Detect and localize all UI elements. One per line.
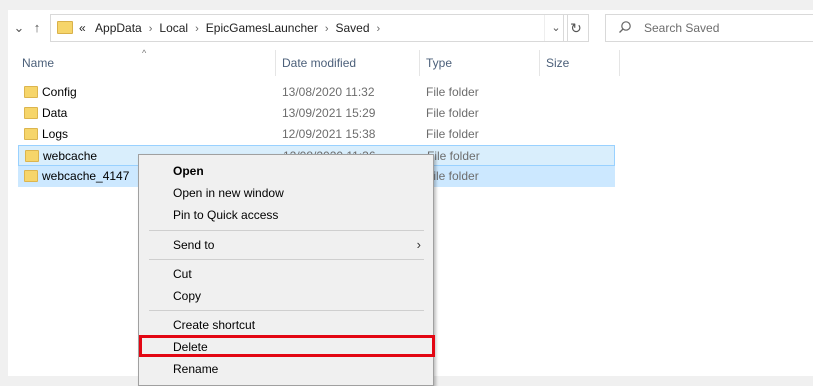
folder-icon [24, 86, 38, 98]
file-name: Data [42, 106, 68, 120]
search-box[interactable]: Search Saved [605, 14, 813, 42]
menu-item-copy[interactable]: Copy [141, 285, 431, 307]
folder-icon [24, 170, 38, 182]
file-name: Logs [42, 127, 69, 141]
menu-item-open-new-window[interactable]: Open in new window [141, 182, 431, 204]
file-date: 13/09/2021 15:29 [282, 106, 376, 120]
file-name: webcache [43, 149, 98, 163]
breadcrumb-overflow[interactable]: « [79, 21, 86, 35]
list-item[interactable]: Logs 12/09/2021 15:38 File folder [18, 124, 615, 145]
list-item[interactable]: Data 13/09/2021 15:29 File folder [18, 103, 615, 124]
breadcrumb-saved[interactable]: Saved [336, 21, 370, 35]
context-menu: Open Open in new window Pin to Quick acc… [138, 154, 435, 386]
menu-item-send-to[interactable]: Send to › [141, 234, 431, 256]
folder-icon [57, 21, 73, 34]
search-icon [619, 21, 631, 33]
list-item[interactable]: Config 13/08/2020 11:32 File folder [18, 82, 615, 103]
column-header-type[interactable]: Type [420, 50, 540, 76]
delete-highlight-box [139, 335, 435, 357]
chevron-right-icon[interactable]: › [325, 23, 329, 35]
file-type: File folder [426, 106, 479, 120]
folder-icon [24, 107, 38, 119]
navigation-bar: ⌄ ↑ « AppData › Local › EpicGamesLauncher › Sa… [8, 10, 813, 48]
chevron-right-icon[interactable]: › [195, 23, 199, 35]
refresh-icon[interactable]: ↻ [563, 14, 589, 42]
menu-separator [149, 230, 424, 231]
chevron-right-icon[interactable]: › [149, 23, 153, 35]
menu-item-cut[interactable]: Cut [141, 263, 431, 285]
breadcrumb-appdata[interactable]: AppData [95, 21, 142, 35]
chevron-right-icon[interactable]: › [377, 23, 381, 35]
file-type: File folder [426, 127, 479, 141]
file-name: webcache_4147 [42, 169, 130, 183]
column-header-name[interactable]: Name [16, 50, 276, 76]
file-type: File folder [426, 85, 479, 99]
column-headers: ^ Name Date modified Type Size [8, 48, 813, 76]
column-header-date[interactable]: Date modified [276, 50, 420, 76]
menu-item-open[interactable]: Open [141, 160, 431, 182]
menu-item-create-shortcut[interactable]: Create shortcut [141, 314, 431, 336]
menu-item-pin-quick-access[interactable]: Pin to Quick access [141, 204, 431, 226]
address-bar[interactable]: « AppData › Local › EpicGamesLauncher › Saved ›… [50, 14, 568, 42]
search-placeholder: Search Saved [644, 21, 720, 35]
menu-separator [149, 310, 424, 311]
chevron-right-icon: › [416, 237, 421, 252]
menu-item-rename[interactable]: Rename [141, 358, 431, 380]
file-date: 12/09/2021 15:38 [282, 127, 376, 141]
folder-icon [24, 128, 38, 140]
menu-item-label: Send to [173, 238, 215, 252]
file-date: 13/08/2020 11:32 [282, 85, 375, 99]
breadcrumb: « AppData › Local › EpicGamesLauncher › Saved › [79, 15, 387, 41]
file-name: Config [42, 85, 77, 99]
menu-separator [149, 259, 424, 260]
column-header-size[interactable]: Size [540, 50, 620, 76]
breadcrumb-epicgameslauncher[interactable]: EpicGamesLauncher [206, 21, 318, 35]
up-arrow-icon[interactable]: ↑ [28, 18, 46, 38]
chevron-down-icon[interactable]: ⌄ [10, 18, 28, 38]
file-type: File folder [427, 149, 480, 163]
folder-icon [25, 150, 39, 162]
breadcrumb-local[interactable]: Local [159, 21, 188, 35]
